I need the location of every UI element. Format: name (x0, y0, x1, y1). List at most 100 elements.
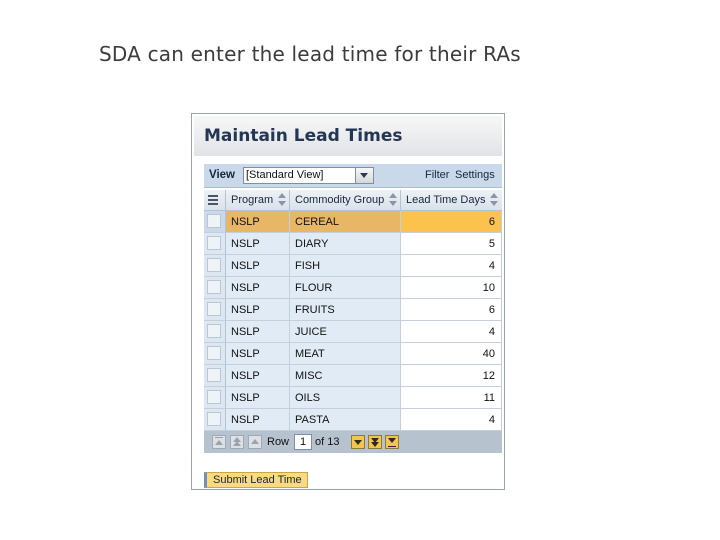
lead-time-input[interactable]: 40 (401, 343, 502, 365)
lead-time-input[interactable]: 10 (401, 277, 502, 299)
cell-program-text: NSLP (231, 282, 260, 294)
sort-icon[interactable] (278, 193, 287, 207)
table-row[interactable]: NSLP MISC 12 (204, 365, 502, 387)
cell-commodity-group[interactable]: MISC (290, 365, 401, 387)
lead-time-input[interactable]: 12 (401, 365, 502, 387)
column-header-lead-time-days[interactable]: Lead Time Days (401, 190, 502, 210)
window-header: Maintain Lead Times (194, 116, 502, 156)
cell-program-text: NSLP (231, 304, 260, 316)
cell-lead-time-text: 11 (483, 392, 495, 404)
cell-program-text: NSLP (231, 348, 260, 360)
next-page-arrow (371, 442, 379, 447)
column-header-label: Lead Time Days (406, 194, 486, 206)
table-row[interactable]: NSLP JUICE 4 (204, 321, 502, 343)
row-label: Row (267, 436, 290, 448)
settings-link[interactable]: Settings (455, 169, 495, 181)
previous-page-button[interactable] (230, 435, 244, 449)
table-row[interactable]: NSLP CEREAL 6 (204, 211, 502, 233)
table-row[interactable]: NSLP DIARY 5 (204, 233, 502, 255)
cell-commodity-group[interactable]: OILS (290, 387, 401, 409)
cell-lead-time-text: 4 (488, 260, 495, 272)
row-number-input[interactable]: 1 (294, 434, 312, 450)
next-page-button[interactable] (368, 435, 382, 449)
cell-program[interactable]: NSLP (226, 409, 290, 431)
lead-time-input[interactable]: 4 (401, 409, 502, 431)
lead-time-input[interactable]: 6 (401, 211, 502, 233)
row-selector[interactable] (204, 365, 226, 387)
cell-commodity-text: FISH (295, 260, 321, 272)
cell-program[interactable]: NSLP (226, 277, 290, 299)
last-page-icon (388, 438, 396, 443)
row-selector-box (207, 236, 221, 250)
cell-commodity-group[interactable]: CEREAL (290, 211, 401, 233)
table-menu-icon (208, 194, 220, 206)
filter-link[interactable]: Filter (425, 169, 449, 181)
cell-commodity-text: PASTA (295, 414, 330, 426)
cell-program-text: NSLP (231, 326, 260, 338)
lead-time-input[interactable]: 4 (401, 255, 502, 277)
cell-commodity-text: OILS (295, 392, 321, 404)
cell-commodity-group[interactable]: MEAT (290, 343, 401, 365)
row-selector[interactable] (204, 299, 226, 321)
row-selector[interactable] (204, 321, 226, 343)
view-dropdown-value: [Standard View] (246, 169, 324, 181)
column-header-program[interactable]: Program (226, 190, 290, 210)
select-all-header[interactable] (204, 190, 226, 210)
table-row[interactable]: NSLP PASTA 4 (204, 409, 502, 431)
cell-lead-time-text: 12 (482, 370, 495, 382)
cell-program[interactable]: NSLP (226, 211, 290, 233)
previous-row-button[interactable] (248, 435, 262, 449)
row-selector[interactable] (204, 343, 226, 365)
view-dropdown[interactable]: [Standard View] (243, 167, 374, 184)
row-selector[interactable] (204, 255, 226, 277)
row-selector[interactable] (204, 277, 226, 299)
cell-program[interactable]: NSLP (226, 299, 290, 321)
cell-lead-time-text: 10 (482, 282, 495, 294)
cell-program-text: NSLP (231, 370, 260, 382)
sort-icon[interactable] (389, 193, 398, 207)
table-row[interactable]: NSLP MEAT 40 (204, 343, 502, 365)
table-row[interactable]: NSLP FRUITS 6 (204, 299, 502, 321)
cell-program[interactable]: NSLP (226, 233, 290, 255)
cell-commodity-group[interactable]: PASTA (290, 409, 401, 431)
table-row[interactable]: NSLP FLOUR 10 (204, 277, 502, 299)
cell-program[interactable]: NSLP (226, 321, 290, 343)
cell-program[interactable]: NSLP (226, 365, 290, 387)
cell-program-text: NSLP (231, 216, 260, 228)
first-page-button[interactable] (212, 435, 226, 449)
cell-commodity-text: JUICE (295, 326, 327, 338)
column-header-label: Commodity Group (295, 194, 385, 206)
lead-time-input[interactable]: 5 (401, 233, 502, 255)
cell-program-text: NSLP (231, 392, 260, 404)
cell-commodity-group[interactable]: DIARY (290, 233, 401, 255)
row-selector[interactable] (204, 211, 226, 233)
cell-program[interactable]: NSLP (226, 387, 290, 409)
cell-commodity-text: FLOUR (295, 282, 333, 294)
lead-time-input[interactable]: 6 (401, 299, 502, 321)
cell-lead-time-text: 40 (482, 348, 495, 360)
slide-title: SDA can enter the lead time for their RA… (99, 42, 521, 66)
table-row[interactable]: NSLP FISH 4 (204, 255, 502, 277)
sort-icon[interactable] (490, 193, 499, 207)
row-selector[interactable] (204, 409, 226, 431)
submit-lead-time-button[interactable]: Submit Lead Time (204, 472, 308, 488)
cell-commodity-group[interactable]: FRUITS (290, 299, 401, 321)
table-row[interactable]: NSLP OILS 11 (204, 387, 502, 409)
row-selector[interactable] (204, 233, 226, 255)
next-row-button[interactable] (351, 435, 365, 449)
view-dropdown-button[interactable] (355, 168, 373, 183)
last-page-button[interactable] (385, 435, 399, 449)
cell-commodity-group[interactable]: JUICE (290, 321, 401, 343)
row-selector[interactable] (204, 387, 226, 409)
lead-time-input[interactable]: 11 (401, 387, 502, 409)
cell-program[interactable]: NSLP (226, 343, 290, 365)
cell-commodity-group[interactable]: FISH (290, 255, 401, 277)
cell-program-text: NSLP (231, 260, 260, 272)
cell-commodity-group[interactable]: FLOUR (290, 277, 401, 299)
column-header-commodity-group[interactable]: Commodity Group (290, 190, 401, 210)
row-selector-box (207, 390, 221, 404)
lead-time-input[interactable]: 4 (401, 321, 502, 343)
cell-program[interactable]: NSLP (226, 255, 290, 277)
cell-commodity-text: MEAT (295, 348, 325, 360)
column-header-label: Program (231, 194, 274, 206)
